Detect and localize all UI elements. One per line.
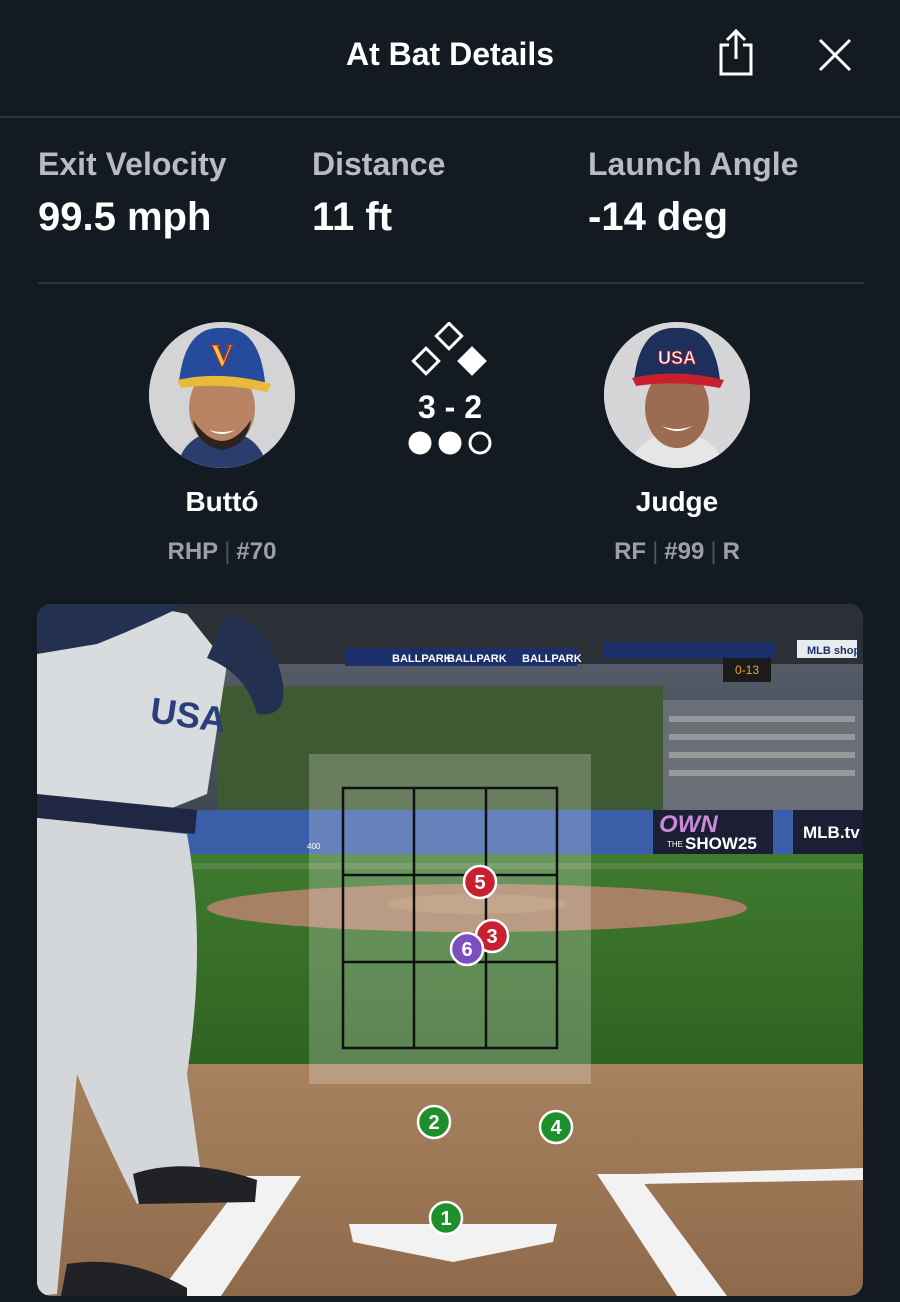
out-filled-icon bbox=[408, 431, 432, 455]
page-title: At Bat Details bbox=[345, 36, 555, 72]
pitcher-meta: RHP | #70 bbox=[167, 538, 277, 565]
out-empty-icon bbox=[468, 431, 492, 455]
header: At Bat Details bbox=[0, 0, 900, 118]
zone-backdrop bbox=[309, 754, 591, 1084]
svg-text:THE: THE bbox=[667, 840, 683, 849]
pitch-location-view: BALLPARK BALLPARK BALLPARK MLB shop 0-13… bbox=[37, 604, 863, 1296]
pitch-number: 3 bbox=[486, 926, 497, 948]
bases-icon bbox=[411, 321, 487, 376]
pitch-number: 1 bbox=[440, 1208, 451, 1230]
pitch-number: 6 bbox=[461, 939, 472, 961]
batter-avatar: USA bbox=[604, 322, 750, 468]
pitcher-avatar: V bbox=[149, 322, 295, 468]
svg-text:0-13: 0-13 bbox=[735, 663, 759, 677]
pitch-marker-4[interactable]: 4 bbox=[538, 1109, 574, 1145]
mlb-tv-sign: MLB.tv bbox=[803, 823, 860, 842]
pitch-number: 5 bbox=[474, 872, 485, 894]
exit-velocity-stat: Exit Velocity 99.5 mph bbox=[38, 146, 227, 239]
count-value: 3 - 2 bbox=[417, 389, 483, 425]
distance-stat: Distance 11 ft bbox=[312, 146, 446, 239]
pitch-marker-2[interactable]: 2 bbox=[416, 1104, 452, 1140]
close-icon[interactable] bbox=[812, 32, 858, 78]
pitch-number: 4 bbox=[550, 1117, 562, 1139]
svg-text:V: V bbox=[210, 337, 233, 373]
outs-indicator bbox=[408, 431, 492, 455]
svg-text:SHOW25: SHOW25 bbox=[685, 834, 757, 853]
svg-text:BALLPARK: BALLPARK bbox=[392, 653, 452, 665]
svg-text:USA: USA bbox=[658, 348, 696, 368]
pitch-marker-5[interactable]: 5 bbox=[462, 864, 498, 900]
batter-card[interactable]: USA Judge RF | #99 | R bbox=[557, 322, 797, 566]
pitch-marker-6[interactable]: 6 bbox=[449, 931, 485, 967]
batter-name: Judge bbox=[635, 486, 719, 517]
pitch-number: 2 bbox=[428, 1112, 439, 1134]
pitch-marker-1[interactable]: 1 bbox=[428, 1200, 464, 1236]
svg-text:BALLPARK: BALLPARK bbox=[447, 653, 507, 665]
out-filled-icon bbox=[438, 431, 462, 455]
svg-text:BALLPARK: BALLPARK bbox=[522, 653, 582, 665]
svg-text:MLB shop: MLB shop bbox=[807, 645, 860, 657]
pitcher-card[interactable]: V Buttó RHP | #70 bbox=[102, 322, 342, 566]
launch-angle-stat: Launch Angle -14 deg bbox=[588, 146, 799, 239]
stats-row: Exit Velocity 99.5 mph Distance 11 ft La… bbox=[38, 146, 864, 284]
count-display: 3 - 2 bbox=[400, 321, 500, 465]
share-icon[interactable] bbox=[713, 28, 759, 78]
batter-meta: RF | #99 | R bbox=[614, 538, 740, 565]
pitcher-name: Buttó bbox=[185, 486, 259, 517]
